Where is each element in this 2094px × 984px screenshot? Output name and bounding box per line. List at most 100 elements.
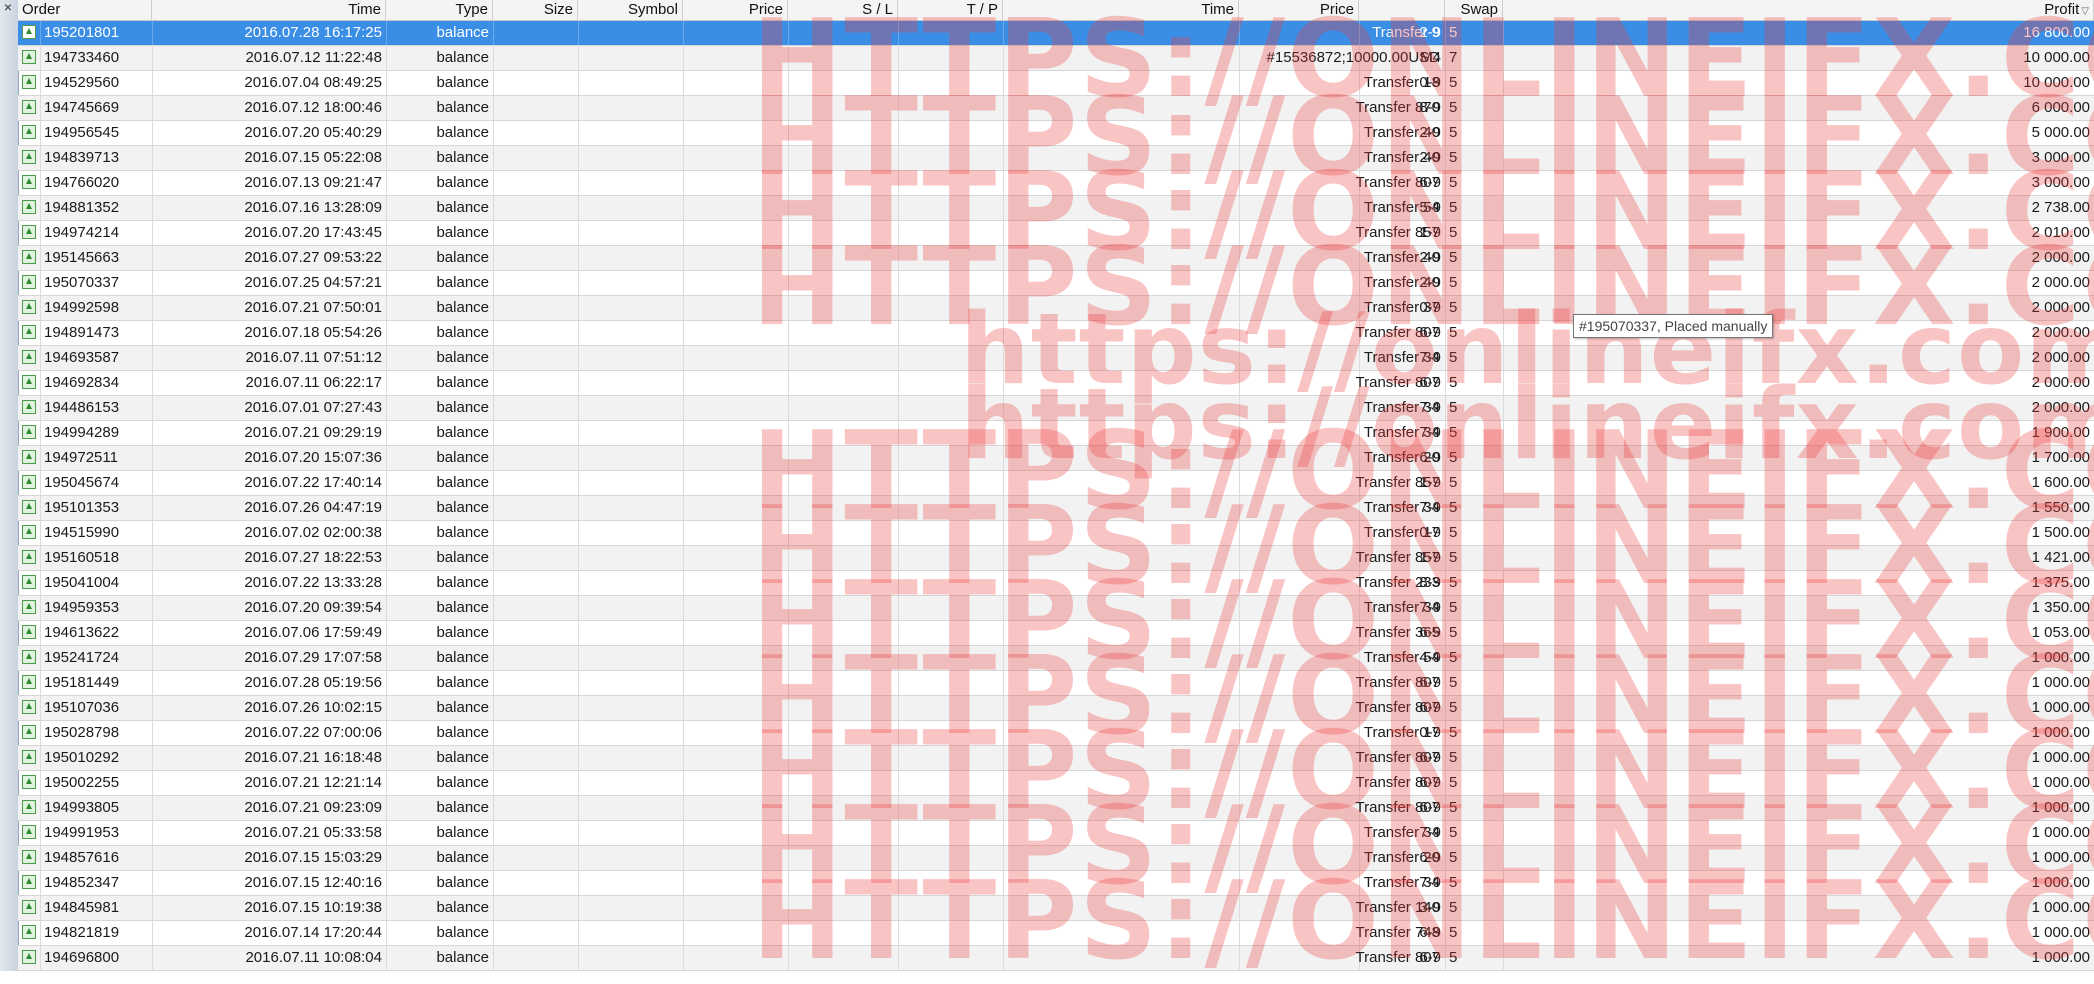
cell-type: balance [436, 624, 489, 641]
cell-type: balance [436, 249, 489, 266]
column-header-size[interactable]: Size [493, 0, 578, 20]
column-divider [1003, 496, 1004, 520]
table-row[interactable]: 195070337 2016.07.25 04:57:21 balance Trans… [18, 271, 2094, 296]
column-divider [493, 521, 494, 545]
column-divider [493, 546, 494, 570]
table-row[interactable]: 194891473 2016.07.18 05:54:26 balance Trans… [18, 321, 2094, 346]
column-divider [1003, 471, 1004, 495]
cell-c1: 7-9 [1419, 824, 1441, 841]
table-row[interactable]: 195010292 2016.07.21 16:18:48 balance Trans… [18, 746, 2094, 771]
cell-type: balance [436, 699, 489, 716]
table-row[interactable]: 195041004 2016.07.22 13:33:28 balance Trans… [18, 571, 2094, 596]
column-header-profit[interactable]: Profit ▽ [1503, 0, 2094, 20]
column-divider [578, 371, 579, 395]
table-row[interactable]: 194529560 2016.07.04 08:49:25 balance Trans… [18, 71, 2094, 96]
column-divider [1003, 596, 1004, 620]
table-row[interactable]: 194881352 2016.07.16 13:28:09 balance Trans… [18, 196, 2094, 221]
table-row[interactable]: 195107036 2016.07.26 10:02:15 balance Trans… [18, 696, 2094, 721]
column-divider [898, 146, 899, 170]
cell-profit: 1 000.00 [2031, 699, 2090, 716]
close-icon[interactable]: × [0, 0, 16, 16]
cell-type: balance [436, 874, 489, 891]
table-row[interactable]: 195045674 2016.07.22 17:40:14 balance Trans… [18, 471, 2094, 496]
table-row[interactable]: 194845981 2016.07.15 10:19:38 balance Trans… [18, 896, 2094, 921]
column-divider [788, 471, 789, 495]
column-divider [578, 96, 579, 120]
column-header-order[interactable]: Order [18, 0, 152, 20]
cell-order: 195070337 [44, 274, 120, 291]
column-header-comment[interactable] [1359, 0, 1445, 20]
table-row[interactable]: 195181449 2016.07.28 05:19:56 balance Trans… [18, 671, 2094, 696]
cell-profit: 1 350.00 [2031, 599, 2090, 616]
table-row[interactable]: 194515990 2016.07.02 02:00:38 balance Trans… [18, 521, 2094, 546]
column-divider [683, 221, 684, 245]
cell-c2: 5 [1449, 399, 1458, 416]
table-row[interactable]: 194693587 2016.07.11 07:51:12 balance Trans… [18, 346, 2094, 371]
column-divider [898, 621, 899, 645]
table-row[interactable]: 194821819 2016.07.14 17:20:44 balance Trans… [18, 921, 2094, 946]
column-divider [898, 446, 899, 470]
table-row[interactable]: 194956545 2016.07.20 05:40:29 balance Trans… [18, 121, 2094, 146]
column-header-type[interactable]: Type [386, 0, 493, 20]
column-header-tp[interactable]: T / P [898, 0, 1003, 20]
column-divider [493, 121, 494, 145]
table-row[interactable]: 194745669 2016.07.12 18:00:46 balance Trans… [18, 96, 2094, 121]
table-row[interactable]: 194857616 2016.07.15 15:03:29 balance Trans… [18, 846, 2094, 871]
column-header-time[interactable]: Time [152, 0, 386, 20]
column-header-price[interactable]: Price [683, 0, 788, 20]
table-row[interactable]: 194692834 2016.07.11 06:22:17 balance Trans… [18, 371, 2094, 396]
table-row[interactable]: 195160518 2016.07.27 18:22:53 balance Trans… [18, 546, 2094, 571]
table-row[interactable]: 194993805 2016.07.21 09:23:09 balance Trans… [18, 796, 2094, 821]
column-divider [1503, 396, 1504, 420]
cell-time: 2016.07.15 15:03:29 [244, 849, 382, 866]
balance-arrow-up-icon [22, 100, 36, 114]
table-row[interactable]: 194991953 2016.07.21 05:33:58 balance Trans… [18, 821, 2094, 846]
table-row[interactable]: 194613622 2016.07.06 17:59:49 balance Trans… [18, 621, 2094, 646]
table-row[interactable]: 195101353 2016.07.26 04:47:19 balance Trans… [18, 496, 2094, 521]
cell-price2: Transfer 748 [1355, 924, 1441, 941]
column-header-sl[interactable]: S / L [788, 0, 898, 20]
column-divider [1003, 746, 1004, 770]
table-row[interactable]: 194733460 2016.07.12 11:22:48 balance #1553… [18, 46, 2094, 71]
column-divider [898, 96, 899, 120]
cell-profit: 1 000.00 [2031, 724, 2090, 741]
column-header-label: S / L [862, 1, 893, 18]
column-header-swap[interactable]: Swap [1445, 0, 1503, 20]
table-row[interactable]: 195002255 2016.07.21 12:21:14 balance Trans… [18, 771, 2094, 796]
column-header-price2[interactable]: Price [1239, 0, 1359, 20]
balance-arrow-up-icon [22, 575, 36, 589]
table-row[interactable]: 195145663 2016.07.27 09:53:22 balance Trans… [18, 246, 2094, 271]
table-row[interactable]: 194486153 2016.07.01 07:27:43 balance Trans… [18, 396, 2094, 421]
column-divider [578, 271, 579, 295]
column-header-time2[interactable]: Time [1003, 0, 1239, 20]
table-row[interactable]: 194959353 2016.07.20 09:39:54 balance Trans… [18, 596, 2094, 621]
table-row[interactable]: 194766020 2016.07.13 09:21:47 balance Trans… [18, 171, 2094, 196]
cell-price2: Transfer 34 [1363, 874, 1440, 891]
cell-order: 194994289 [44, 424, 120, 441]
table-row[interactable]: 194696800 2016.07.11 10:08:04 balance Trans… [18, 946, 2094, 971]
table-row[interactable]: 194994289 2016.07.21 09:29:19 balance Trans… [18, 421, 2094, 446]
table-row[interactable]: 194972511 2016.07.20 15:07:36 balance Trans… [18, 446, 2094, 471]
column-divider [493, 221, 494, 245]
column-divider [788, 671, 789, 695]
column-divider [578, 196, 579, 220]
cell-order: 194696800 [44, 949, 120, 966]
table-row[interactable]: 195241724 2016.07.29 17:07:58 balance Trans… [18, 646, 2094, 671]
cell-c1: 6-9 [1419, 749, 1441, 766]
column-header-symbol[interactable]: Symbol [578, 0, 683, 20]
table-row[interactable]: 194974214 2016.07.20 17:43:45 balance Trans… [18, 221, 2094, 246]
table-row[interactable]: 195201801 2016.07.28 16:17:25 balance Trans… [18, 21, 2094, 46]
table-row[interactable]: 194992598 2016.07.21 07:50:01 balance Trans… [18, 296, 2094, 321]
column-divider [1003, 721, 1004, 745]
table-row[interactable]: 195028798 2016.07.22 07:00:06 balance Trans… [18, 721, 2094, 746]
cell-c1: 6-9 [1419, 674, 1441, 691]
cell-type: balance [436, 224, 489, 241]
cell-c1: 2-9 [1419, 124, 1441, 141]
column-divider [898, 121, 899, 145]
table-row[interactable]: 194852347 2016.07.15 12:40:16 balance Trans… [18, 871, 2094, 896]
column-divider [683, 646, 684, 670]
table-row[interactable]: 194839713 2016.07.15 05:22:08 balance Trans… [18, 146, 2094, 171]
column-divider [683, 96, 684, 120]
column-divider [788, 96, 789, 120]
column-divider [1503, 296, 1504, 320]
